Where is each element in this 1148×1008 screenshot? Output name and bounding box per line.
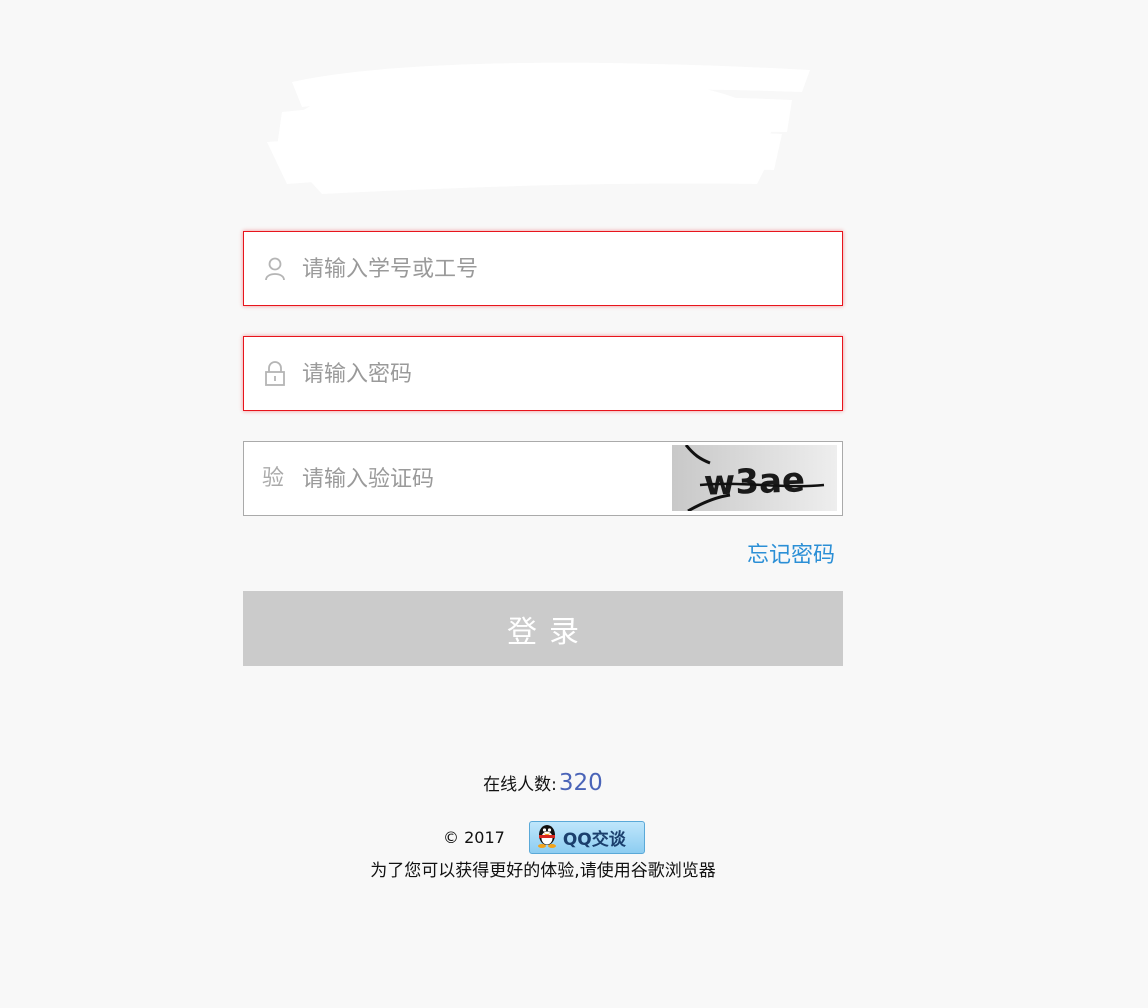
footer-copyright-row: © 2017 QQ交谈	[443, 821, 645, 854]
forgot-password-link[interactable]: 忘记密码	[747, 537, 835, 569]
username-field	[243, 231, 843, 306]
captcha-field: 验 w3ae	[243, 441, 843, 516]
lock-icon	[262, 361, 288, 387]
online-users: 在线人数:320	[0, 770, 1086, 796]
login-button[interactable]: 登录	[243, 591, 843, 666]
password-field	[243, 336, 843, 411]
qq-penguin-icon	[535, 822, 559, 853]
captcha-prefix-label: 验	[262, 466, 285, 491]
username-input[interactable]	[302, 250, 822, 288]
online-users-label: 在线人数:	[483, 775, 557, 795]
online-users-count: 320	[558, 770, 603, 796]
user-icon	[262, 256, 288, 282]
captcha-input[interactable]	[302, 460, 662, 498]
password-input[interactable]	[302, 355, 822, 393]
qq-chat-button[interactable]: QQ交谈	[528, 821, 645, 854]
copyright-text: © 2017	[443, 828, 505, 847]
logo-redaction	[267, 62, 810, 194]
browser-hint: 为了您可以获得更好的体验,请使用谷歌浏览器	[370, 861, 716, 881]
qq-chat-label: QQ交谈	[562, 830, 626, 850]
captcha-text: w3ae	[703, 460, 805, 504]
captcha-image[interactable]: w3ae	[672, 445, 837, 511]
